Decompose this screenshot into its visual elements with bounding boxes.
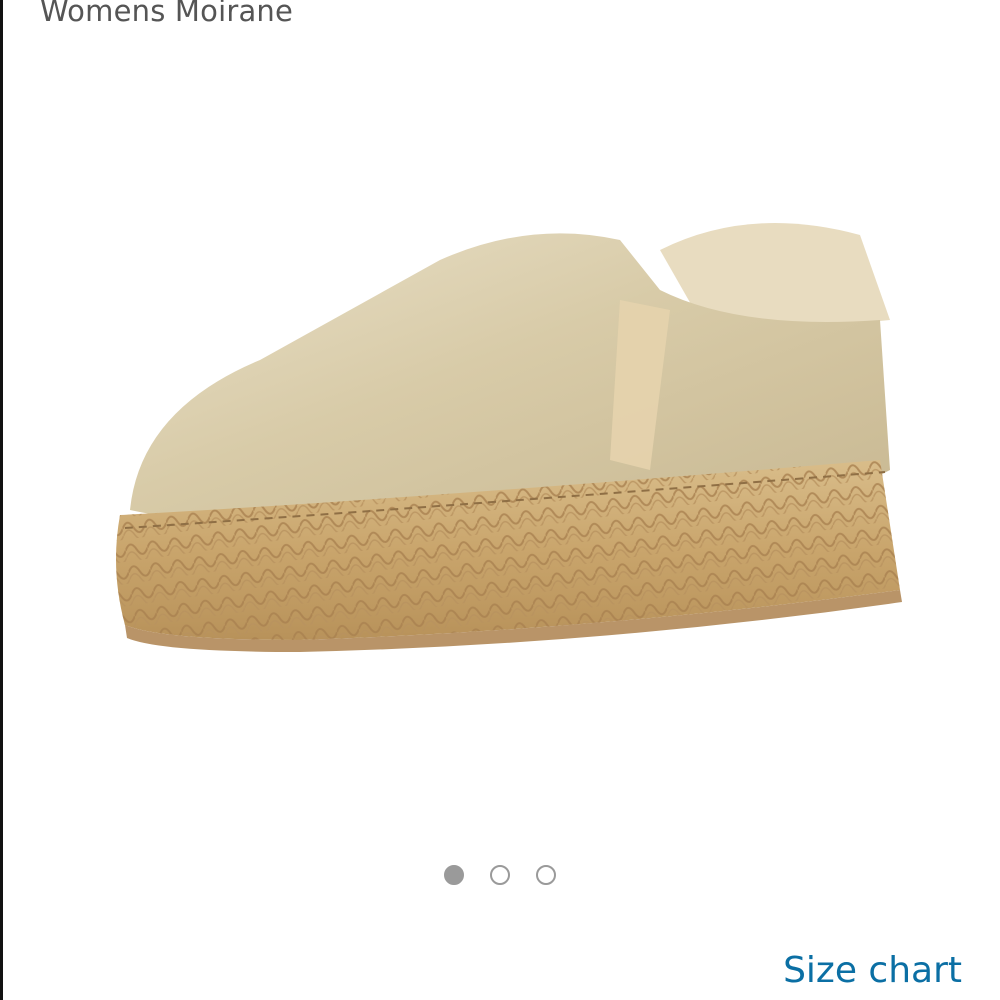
carousel-dot-3[interactable] bbox=[536, 865, 556, 885]
product-title: Womens Moirane bbox=[40, 0, 294, 28]
size-chart-link[interactable]: Size chart bbox=[783, 950, 962, 991]
carousel-indicator bbox=[0, 865, 1000, 885]
carousel-dot-2[interactable] bbox=[490, 865, 510, 885]
left-edge-border bbox=[0, 0, 3, 1000]
carousel-dot-1[interactable] bbox=[444, 865, 464, 885]
product-image[interactable] bbox=[100, 210, 920, 670]
